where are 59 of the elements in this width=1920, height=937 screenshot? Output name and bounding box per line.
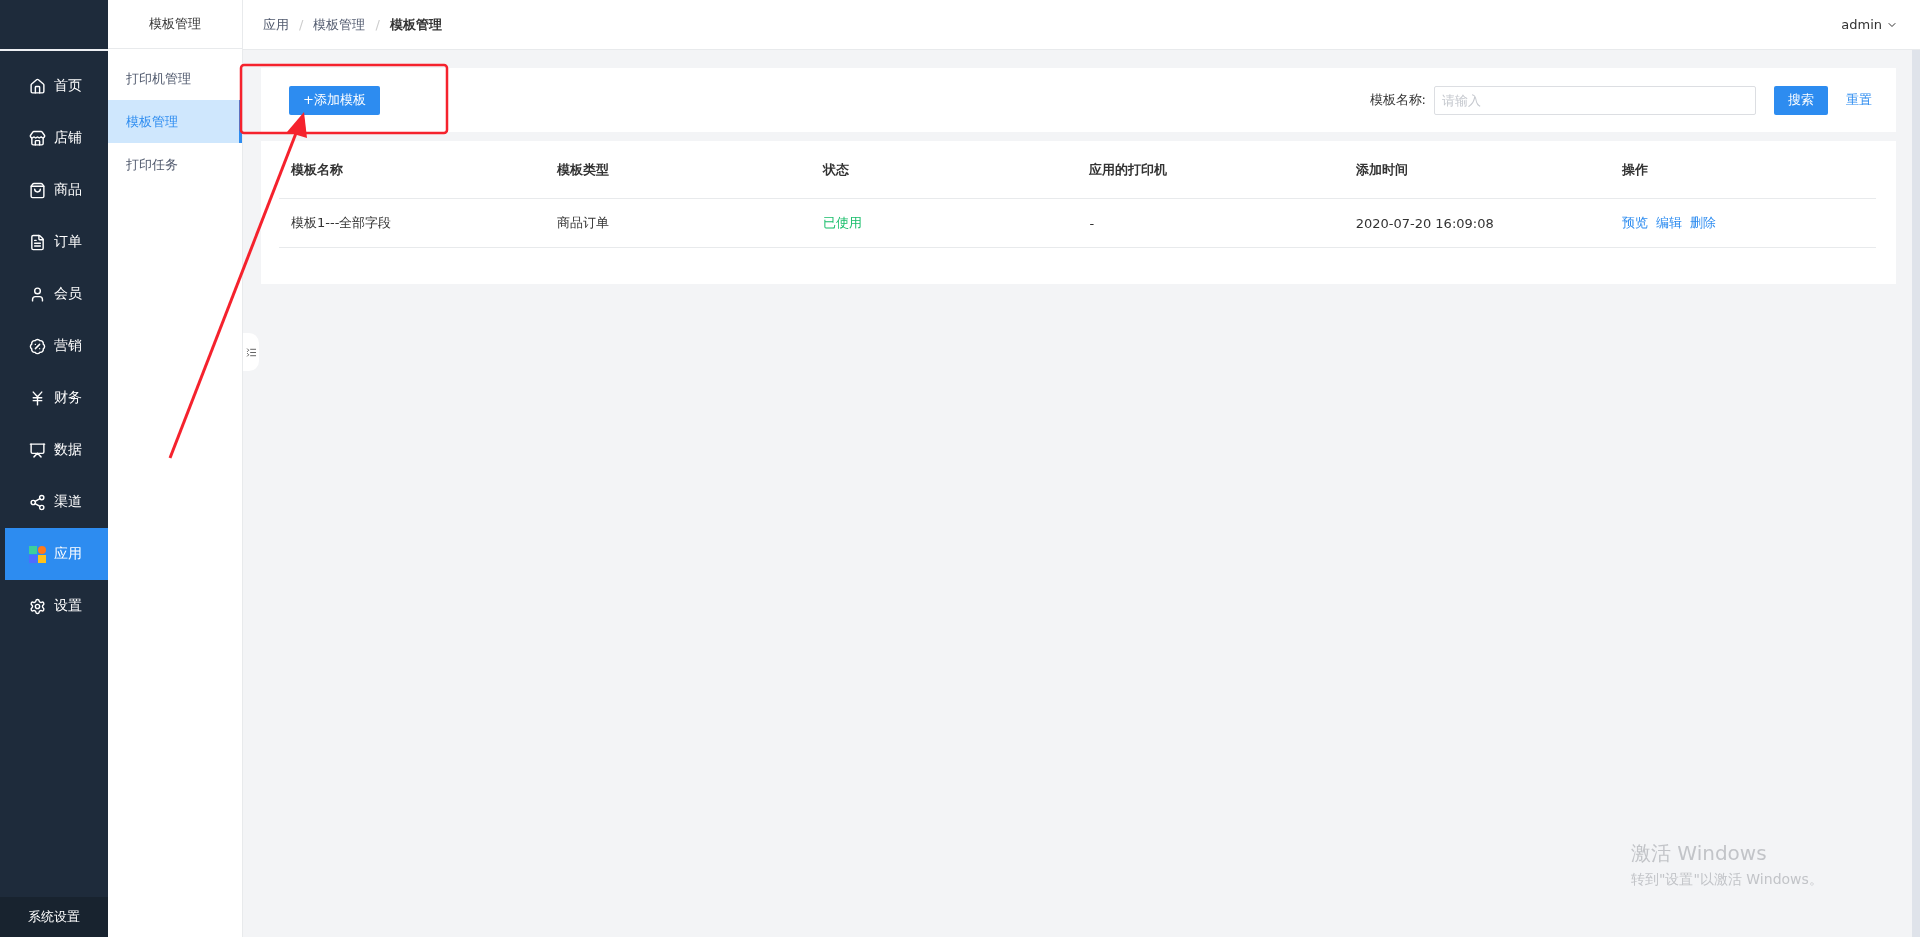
sidebar-item[interactable]: 营销 [5,320,108,372]
system-settings-link[interactable]: 系统设置 [0,897,108,937]
user-icon [29,285,46,303]
column-header: 模板类型 [555,160,611,179]
sidebar-item-label: 商品 [54,181,82,199]
sidebar-item-label: 订单 [54,233,82,251]
sidebar-item-label: 营销 [54,337,82,355]
column-header: 状态 [821,160,851,179]
sidebar-item[interactable]: 设置 [5,580,108,632]
store-icon [29,129,46,147]
status-text: 已使用 [822,214,864,232]
sidebar-item[interactable]: 店铺 [5,112,108,164]
sidebar-item-label: 财务 [54,389,82,407]
column-header: 应用的打印机 [1088,160,1169,179]
column-header: 操作 [1620,160,1649,179]
document-icon [29,233,46,251]
breadcrumb-item[interactable]: 应用 [263,15,289,34]
submenu-title: 模板管理 [108,0,242,49]
sidebar-item[interactable]: 订单 [5,216,108,268]
sidebar-item[interactable]: 商品 [5,164,108,216]
breadcrumb-separator: / [375,17,380,32]
sidebar-item-label: 设置 [54,597,82,615]
sidebar-item-label: 应用 [54,545,82,563]
breadcrumb-item[interactable]: 模板管理 [313,15,366,34]
column-header: 模板名称 [289,160,344,179]
sidebar-item[interactable]: 数据 [5,424,108,476]
action-link[interactable]: 删除 [1689,214,1716,232]
shopping-bag-icon [29,181,46,199]
sidebar-item-label: 店铺 [54,129,82,147]
settings-icon [29,597,46,615]
chart-icon [29,441,46,459]
submenu-item[interactable]: 打印任务 [108,143,242,186]
collapse-handle[interactable] [243,333,259,371]
percent-badge-icon [29,337,46,355]
sidebar-item[interactable]: 渠道 [5,476,108,528]
breadcrumb-item[interactable]: 模板管理 [389,15,442,34]
sidebar-item-label: 会员 [54,285,82,303]
column-header: 添加时间 [1354,160,1409,179]
sidebar-item[interactable]: 会员 [5,268,108,320]
reset-link[interactable]: 重置 [1846,91,1872,109]
breadcrumb-separator: / [299,17,304,32]
sidebar-item-label: 首页 [54,77,82,95]
table-cell-text: - [1088,215,1096,231]
user-menu[interactable]: admin [1841,17,1898,32]
table-cell-text: 模板1---全部字段 [290,214,393,232]
action-link[interactable]: 编辑 [1655,214,1682,232]
sidebar-item-label: 数据 [54,441,82,459]
collapse-icon [245,346,257,358]
apps-icon [29,545,46,563]
sidebar-item[interactable]: 首页 [5,60,108,112]
submenu-item[interactable]: 打印机管理 [108,57,242,100]
action-link[interactable]: 预览 [1621,214,1648,232]
sidebar-item[interactable]: 财务 [5,372,108,424]
filter-label: 模板名称: [1369,91,1426,109]
share-icon [29,493,46,511]
table-cell-text: 2020-07-20 16:09:08 [1354,215,1495,231]
table-cell-text: 商品订单 [556,214,611,232]
home-icon [29,77,46,95]
sidebar-item-label: 渠道 [54,493,82,511]
